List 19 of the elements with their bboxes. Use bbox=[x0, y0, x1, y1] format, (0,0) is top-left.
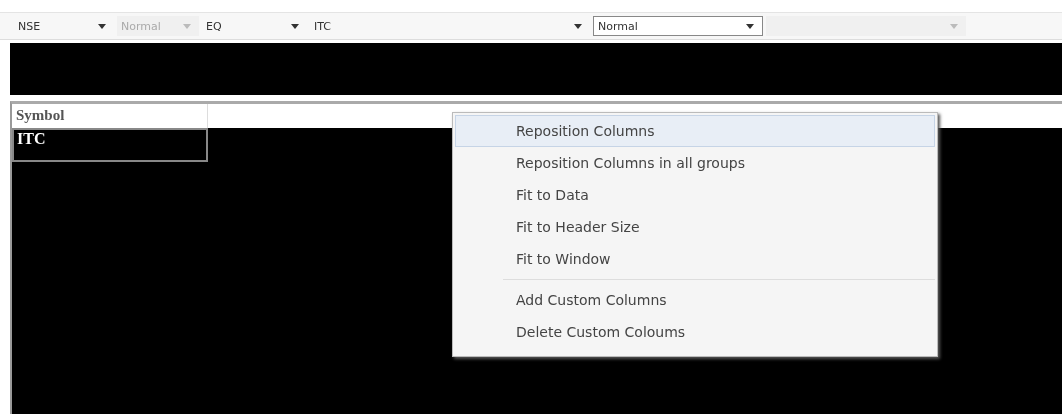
caret-icon bbox=[183, 23, 191, 29]
caret-icon bbox=[98, 23, 106, 29]
menu-item[interactable]: Fit to Window bbox=[455, 243, 935, 275]
menu-item[interactable]: Delete Custom Coloums bbox=[455, 316, 935, 348]
menu-item[interactable]: Fit to Data bbox=[455, 179, 935, 211]
menu-item[interactable]: Add Custom Columns bbox=[455, 284, 935, 316]
menu-item[interactable]: Fit to Header Size bbox=[455, 211, 935, 243]
caret-icon bbox=[574, 23, 582, 29]
menu-item[interactable]: Reposition Columns bbox=[455, 115, 935, 147]
caret-icon bbox=[950, 23, 958, 29]
caret-icon bbox=[291, 23, 299, 29]
column-header[interactable]: Symbol bbox=[12, 104, 208, 128]
table-cell[interactable]: ITC bbox=[12, 128, 208, 162]
menu-item[interactable]: Reposition Columns in all groups bbox=[455, 147, 935, 179]
dropdown[interactable]: EQ bbox=[202, 16, 307, 36]
dropdown[interactable]: Normal bbox=[593, 16, 763, 36]
dropdown[interactable]: NSE bbox=[14, 16, 114, 36]
dropdown[interactable]: ITC bbox=[310, 16, 590, 36]
caret-icon bbox=[746, 23, 754, 29]
